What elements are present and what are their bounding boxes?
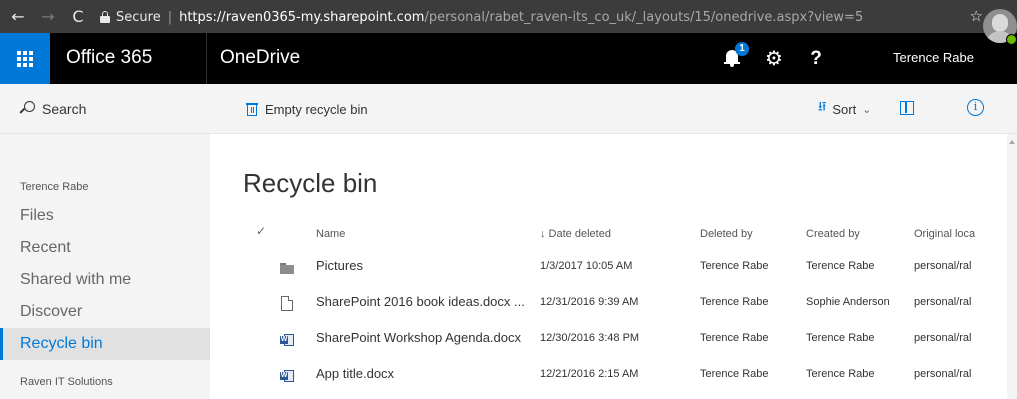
chevron-down-icon: ⌄	[862, 102, 872, 116]
column-header-created-by[interactable]: Created by	[806, 228, 860, 240]
url-path: /personal/rabet_raven-its_co_uk/_layouts…	[424, 9, 864, 25]
row-created-by: Terence Rabe	[806, 260, 875, 272]
document-icon	[280, 296, 294, 312]
nav-item-files[interactable]: Files	[0, 200, 210, 232]
address-bar[interactable]: Secure | https:// raven0365-my.sharepoin…	[100, 5, 980, 29]
table-row[interactable]: Pictures 1/3/2017 10:05 AM Terence Rabe …	[210, 250, 1007, 286]
empty-recycle-bin-label: Empty recycle bin	[265, 101, 368, 117]
view-options-icon[interactable]	[900, 101, 914, 115]
app-launcher-button[interactable]	[0, 33, 50, 84]
onedrive-app-title[interactable]: OneDrive	[220, 47, 300, 69]
word-document-icon: W	[280, 332, 294, 348]
row-date-deleted: 12/30/2016 3:48 PM	[540, 332, 640, 344]
suite-divider	[206, 33, 207, 84]
notifications-button[interactable]: 1	[710, 33, 754, 84]
user-name[interactable]: Terence Rabe	[870, 50, 974, 65]
back-arrow-icon[interactable]: ←	[6, 7, 30, 26]
column-header-name[interactable]: Name	[316, 228, 345, 240]
row-date-deleted: 12/21/2016 2:15 AM	[540, 368, 639, 380]
notification-count-badge: 1	[735, 42, 749, 56]
column-header-date-deleted[interactable]: ↓ Date deleted	[540, 228, 611, 240]
help-icon[interactable]: ?	[796, 33, 836, 84]
nav-item-discover[interactable]: Discover	[0, 296, 210, 328]
column-header-deleted-by[interactable]: Deleted by	[700, 228, 753, 240]
search-label: Search	[42, 100, 87, 117]
address-separator: |	[167, 9, 173, 25]
row-created-by: Terence Rabe	[806, 332, 875, 344]
info-icon[interactable]: i	[967, 99, 984, 116]
sort-icon: ⭿	[818, 100, 827, 115]
secure-label: Secure	[116, 9, 161, 25]
settings-gear-icon[interactable]: ⚙	[754, 33, 794, 84]
forward-arrow-icon[interactable]: →	[36, 7, 60, 26]
vertical-scrollbar[interactable]	[1007, 134, 1017, 399]
left-navigation: Search Terence Rabe Files Recent Shared …	[0, 84, 210, 399]
row-date-deleted: 1/3/2017 10:05 AM	[540, 260, 633, 272]
trash-icon	[246, 102, 258, 117]
nav-group-title: Terence Rabe	[20, 181, 89, 193]
row-name[interactable]: SharePoint Workshop Agenda.docx	[316, 330, 521, 345]
row-original-location: personal/ral	[914, 332, 972, 344]
table-row[interactable]: SharePoint 2016 book ideas.docx ... 12/3…	[210, 286, 1007, 322]
nav-group-title-raven: Raven IT Solutions	[20, 376, 113, 388]
row-created-by: Terence Rabe	[806, 368, 875, 380]
table-row[interactable]: W App title.docx 12/21/2016 2:15 AM Tere…	[210, 358, 1007, 394]
url-host: raven0365-my.sharepoint.com	[225, 9, 425, 25]
presence-status-icon	[1006, 34, 1017, 45]
empty-recycle-bin-button[interactable]: Empty recycle bin	[246, 84, 368, 134]
row-name[interactable]: App title.docx	[316, 366, 394, 381]
row-date-deleted: 12/31/2016 9:39 AM	[540, 296, 639, 308]
select-all-checkbox[interactable]: ✓	[256, 224, 266, 238]
office-365-link[interactable]: Office 365	[66, 47, 152, 69]
url-scheme: https://	[179, 9, 226, 25]
table-header: ✓ Name ↓ Date deleted Deleted by Created…	[210, 222, 1007, 246]
row-original-location: personal/ral	[914, 260, 972, 272]
row-deleted-by: Terence Rabe	[700, 368, 769, 380]
row-deleted-by: Terence Rabe	[700, 332, 769, 344]
nav-item-recycle-bin[interactable]: Recycle bin	[0, 328, 210, 360]
main-content: Recycle bin ✓ Name ↓ Date deleted Delete…	[210, 134, 1007, 399]
row-deleted-by: Terence Rabe	[700, 260, 769, 272]
column-header-original-location[interactable]: Original loca	[914, 228, 975, 240]
command-bar: Empty recycle bin ⭿ Sort ⌄ i	[210, 84, 1017, 134]
scroll-up-arrow-icon[interactable]	[1009, 140, 1015, 144]
word-document-icon: W	[280, 368, 294, 384]
row-name[interactable]: SharePoint 2016 book ideas.docx ...	[316, 294, 525, 309]
reload-icon[interactable]: C	[66, 7, 90, 26]
sort-button[interactable]: ⭿ Sort ⌄	[818, 84, 871, 134]
suite-bar: Office 365 OneDrive 1 ⚙ ? Terence Rabe	[0, 33, 1017, 84]
lock-icon	[100, 11, 110, 23]
search-box[interactable]: Search	[0, 84, 210, 134]
row-name[interactable]: Pictures	[316, 258, 363, 273]
row-created-by: Sophie Anderson	[806, 296, 890, 308]
nav-item-recent[interactable]: Recent	[0, 232, 210, 264]
row-deleted-by: Terence Rabe	[700, 296, 769, 308]
row-original-location: personal/ral	[914, 368, 972, 380]
row-original-location: personal/ral	[914, 296, 972, 308]
table-row[interactable]: W SharePoint Workshop Agenda.docx 12/30/…	[210, 322, 1007, 358]
bookmark-star-icon[interactable]: ☆	[970, 7, 983, 25]
sort-label: Sort	[832, 101, 857, 117]
page-title: Recycle bin	[243, 168, 378, 198]
waffle-icon	[17, 50, 33, 67]
folder-icon	[280, 260, 294, 276]
browser-toolbar: ← → C Secure | https:// raven0365-my.sha…	[0, 0, 1017, 33]
nav-item-shared-with-me[interactable]: Shared with me	[0, 264, 210, 296]
search-icon	[19, 100, 36, 117]
